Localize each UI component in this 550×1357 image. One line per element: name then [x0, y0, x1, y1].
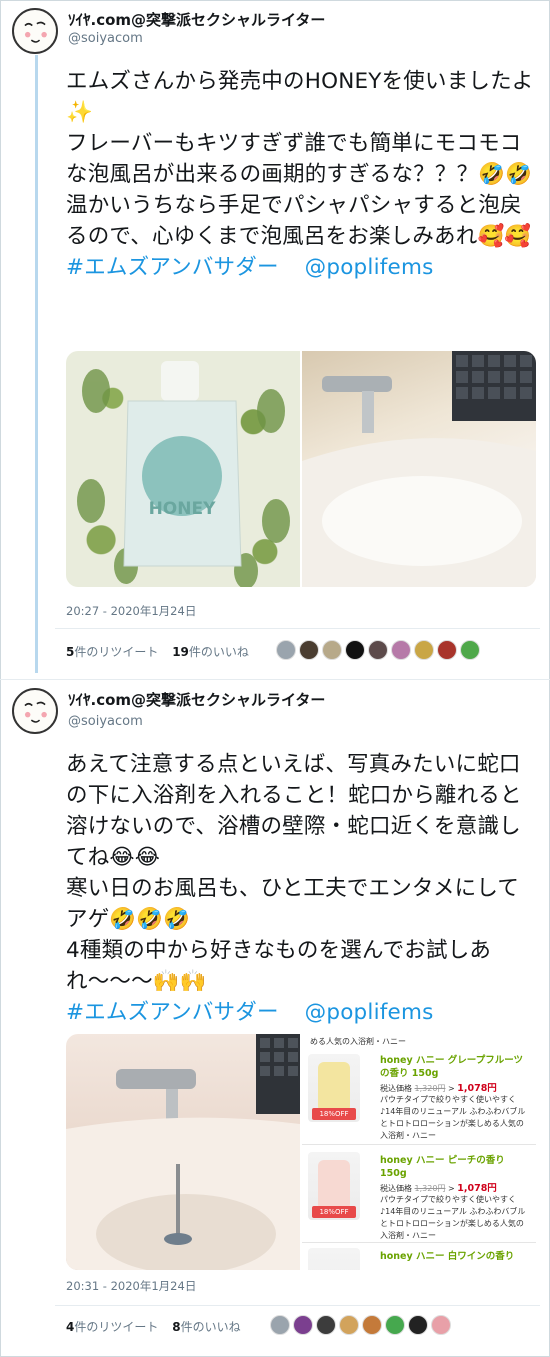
- tweet-body: あえて注意する点といえば、写真みたいに蛇口の下に入浴剤を入れること！蛇口から離れ…: [66, 752, 522, 994]
- hashtag-link[interactable]: #エムズアンバサダー: [66, 255, 279, 280]
- product-name-link[interactable]: honey ハニー ピーチの香り 150g: [380, 1154, 530, 1180]
- liker-avatar[interactable]: [362, 1315, 382, 1335]
- stats-divider: [55, 628, 540, 629]
- price-arrow: >: [448, 1084, 455, 1093]
- retweet-label[interactable]: 件のリツイート: [74, 1320, 158, 1334]
- tweet-media[interactable]: める人気の入浴剤・ハニー 18%OFF honey ハニー グレープフルーツの香…: [66, 1034, 536, 1270]
- item-divider: [302, 1144, 536, 1145]
- liker-avatar[interactable]: [460, 640, 480, 660]
- price-label: 税込価格: [380, 1184, 412, 1193]
- liker-avatar[interactable]: [408, 1315, 428, 1335]
- hashtag-link[interactable]: #エムズアンバサダー: [66, 1000, 279, 1025]
- author-name[interactable]: ｿｲﾔ.com@突撃派セクシャルライター: [68, 689, 325, 710]
- tweet-body: エムズさんから発売中のHONEYを使いましたよ✨ フレーバーもキツすぎず誰でも簡…: [66, 69, 534, 249]
- avatar[interactable]: [12, 688, 58, 734]
- liker-avatar[interactable]: [385, 1315, 405, 1335]
- product-name-link[interactable]: honey ハニー 白ワインの香り: [380, 1250, 530, 1263]
- liker-avatar[interactable]: [339, 1315, 359, 1335]
- liker-avatars: [276, 640, 480, 660]
- author-handle[interactable]: @soiyacom: [68, 714, 143, 729]
- old-price: 1,320円: [414, 1084, 446, 1093]
- like-label[interactable]: 件のいいね: [189, 645, 249, 659]
- product-listing-screenshot[interactable]: める人気の入浴剤・ハニー 18%OFF honey ハニー グレープフルーツの香…: [302, 1034, 536, 1270]
- honey-brand-label: HONEY: [149, 499, 217, 519]
- tweet-timestamp[interactable]: 20:27 - 2020年1月24日: [66, 603, 196, 619]
- stats-divider: [55, 1305, 540, 1306]
- sale-price: 1,078円: [457, 1083, 497, 1094]
- honey-pouch-illustration: HONEY: [77, 361, 290, 587]
- honey-pouch-photo[interactable]: HONEY: [66, 351, 300, 587]
- liker-avatar[interactable]: [299, 640, 319, 660]
- product-price: 税込価格 1,320円 > 1,078円: [380, 1180, 530, 1194]
- tweet-stats: 4件のリツイート 8件のいいね: [66, 1318, 241, 1335]
- avatar[interactable]: [12, 8, 58, 54]
- sale-price: 1,078円: [457, 1183, 497, 1194]
- liker-avatar[interactable]: [414, 640, 434, 660]
- product-description: パウチタイプで絞りやすく使いやすく♪14年目のリニューアル ふわふわバブルとトロ…: [380, 1095, 526, 1140]
- liker-avatar[interactable]: [437, 640, 457, 660]
- bathtub-bubbles-photo[interactable]: [302, 351, 536, 587]
- tweet-timestamp[interactable]: 20:31 - 2020年1月24日: [66, 1278, 196, 1294]
- faucet-illustration: [66, 1034, 300, 1270]
- moon-face-icon: [14, 10, 56, 52]
- liker-avatar[interactable]: [316, 1315, 336, 1335]
- liker-avatar[interactable]: [276, 640, 296, 660]
- product-name-link[interactable]: honey ハニー グレープフルーツの香り 150g: [380, 1054, 530, 1080]
- tweet-media[interactable]: HONEY: [66, 351, 536, 587]
- tweet[interactable]: ｿｲﾔ.com@突撃派セクシャルライター @soiyacom あえて注意する点と…: [0, 680, 550, 1357]
- product-description: パウチタイプで絞りやすく使いやすく♪14年目のリニューアル ふわふわバブルとトロ…: [380, 1195, 526, 1240]
- liker-avatar[interactable]: [293, 1315, 313, 1335]
- liker-avatar[interactable]: [391, 640, 411, 660]
- retweet-label[interactable]: 件のリツイート: [74, 645, 158, 659]
- discount-badge: 18%OFF: [312, 1108, 356, 1120]
- price-label: 税込価格: [380, 1084, 412, 1093]
- price-arrow: >: [448, 1184, 455, 1193]
- product-image: [308, 1248, 360, 1270]
- faucet-photo[interactable]: [66, 1034, 300, 1270]
- mention-link[interactable]: @poplifems: [305, 1000, 434, 1025]
- product-price: 税込価格 1,320円 > 1,078円: [380, 1080, 530, 1094]
- liker-avatars: [270, 1315, 451, 1335]
- liker-avatar[interactable]: [270, 1315, 290, 1335]
- moon-face-icon: [14, 690, 56, 732]
- product-list: める人気の入浴剤・ハニー 18%OFF honey ハニー グレープフルーツの香…: [302, 1034, 536, 1270]
- liker-avatar[interactable]: [368, 640, 388, 660]
- author-name[interactable]: ｿｲﾔ.com@突撃派セクシャルライター: [68, 9, 325, 30]
- liker-avatar[interactable]: [431, 1315, 451, 1335]
- tweet-text: エムズさんから発売中のHONEYを使いましたよ✨ フレーバーもキツすぎず誰でも簡…: [66, 66, 536, 283]
- item-divider: [302, 1242, 536, 1243]
- list-top-snippet: める人気の入浴剤・ハニー: [310, 1037, 406, 1046]
- like-count[interactable]: 8: [172, 1320, 180, 1334]
- tweet-stats: 5件のリツイート 19件のいいね: [66, 643, 249, 660]
- bathtub-illustration: [302, 351, 536, 587]
- tweet-text: あえて注意する点といえば、写真みたいに蛇口の下に入浴剤を入れること！蛇口から離れ…: [66, 749, 536, 1028]
- like-count[interactable]: 19: [172, 645, 189, 659]
- like-label[interactable]: 件のいいね: [181, 1320, 241, 1334]
- author-handle[interactable]: @soiyacom: [68, 31, 143, 46]
- discount-badge: 18%OFF: [312, 1206, 356, 1218]
- liker-avatar[interactable]: [345, 640, 365, 660]
- liker-avatar[interactable]: [322, 640, 342, 660]
- mention-link[interactable]: @poplifems: [305, 255, 434, 280]
- tweet[interactable]: ｿｲﾔ.com@突撃派セクシャルライター @soiyacom エムズさんから発売…: [0, 0, 550, 680]
- old-price: 1,320円: [414, 1184, 446, 1193]
